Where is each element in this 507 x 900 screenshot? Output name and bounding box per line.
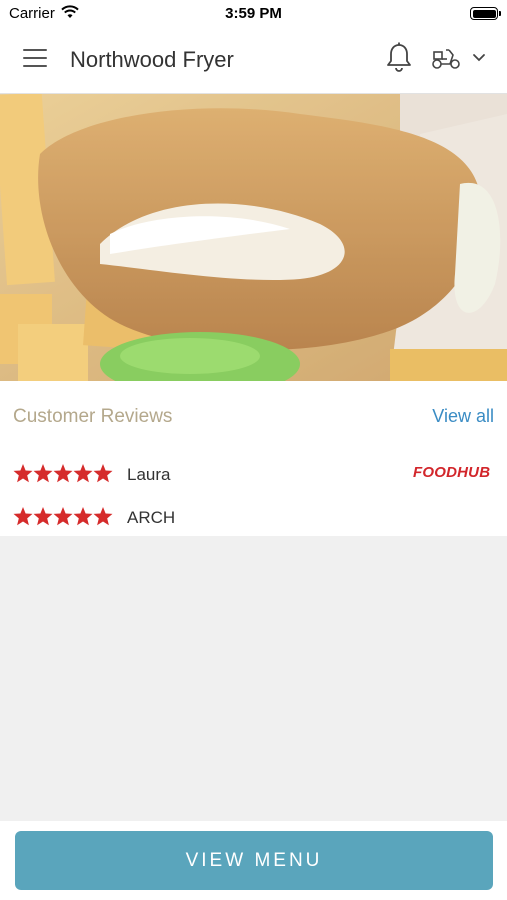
hero-image — [0, 94, 507, 381]
status-bar: Carrier 3:59 PM — [0, 0, 507, 28]
reviewer-name: Laura — [127, 465, 171, 484]
battery-icon — [470, 7, 501, 20]
scooter-icon[interactable] — [431, 46, 461, 70]
chevron-down-icon[interactable] — [472, 52, 486, 64]
menu-icon[interactable] — [23, 49, 47, 69]
section-title: Customer Reviews — [13, 406, 173, 427]
status-time: 3:59 PM — [225, 5, 282, 22]
foodhub-logo: FOODHUB — [413, 464, 491, 481]
page-title: Northwood Fryer — [70, 47, 234, 72]
app-screen: Carrier 3:59 PM Northwood Fryer Customer… — [0, 0, 507, 900]
star-rating — [13, 463, 113, 485]
view-menu-button[interactable]: VIEW MENU — [15, 831, 493, 890]
bottom-bar: VIEW MENU — [0, 821, 507, 900]
app-header: Northwood Fryer — [0, 28, 507, 94]
star-rating — [13, 506, 113, 528]
review-item: ARCH — [13, 506, 493, 530]
bell-icon[interactable] — [386, 42, 412, 74]
customer-reviews-section: Customer Reviews View all Laura ARCH — [0, 381, 507, 536]
fish-and-chips-image — [0, 94, 507, 381]
view-all-link[interactable]: View all — [432, 406, 494, 427]
reviewer-name: ARCH — [127, 508, 176, 527]
